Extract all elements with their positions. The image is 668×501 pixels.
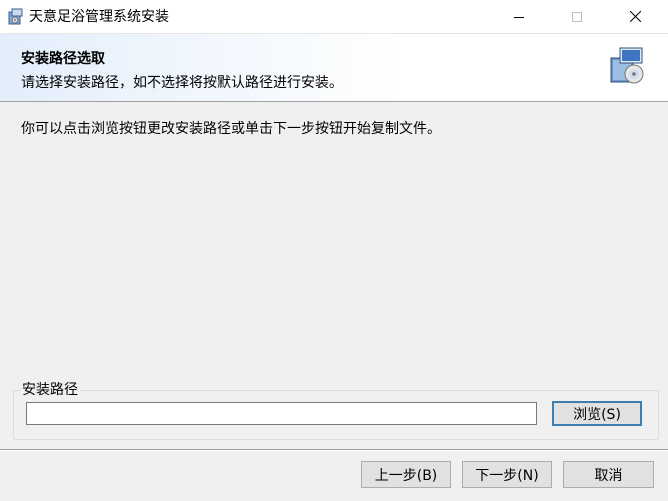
installer-package-icon [608, 46, 648, 86]
install-path-input[interactable] [26, 402, 537, 425]
minimize-button[interactable] [496, 0, 542, 33]
close-button[interactable] [612, 0, 658, 33]
cancel-button[interactable]: 取消 [563, 461, 654, 488]
maximize-icon [572, 11, 582, 22]
footer-divider [0, 449, 668, 451]
install-path-label: 安装路径 [20, 381, 80, 399]
banner-subtitle: 请选择安装路径，如不选择将按默认路径进行安装。 [21, 75, 343, 91]
header-banner: 安装路径选取 请选择安装路径，如不选择将按默认路径进行安装。 [0, 34, 668, 102]
banner-title: 安装路径选取 [21, 51, 105, 67]
browse-button[interactable]: 浏览(S) [552, 401, 642, 426]
title-bar[interactable]: 天意足浴管理系统安装 [0, 0, 668, 34]
minimize-icon [514, 16, 524, 18]
next-button[interactable]: 下一步(N) [462, 461, 552, 488]
instruction-text: 你可以点击浏览按钮更改安装路径或单击下一步按钮开始复制文件。 [21, 121, 441, 137]
maximize-button[interactable] [554, 0, 600, 33]
close-icon [629, 11, 641, 22]
back-button[interactable]: 上一步(B) [361, 461, 451, 488]
window-title: 天意足浴管理系统安装 [29, 9, 169, 25]
installer-icon [7, 8, 25, 26]
